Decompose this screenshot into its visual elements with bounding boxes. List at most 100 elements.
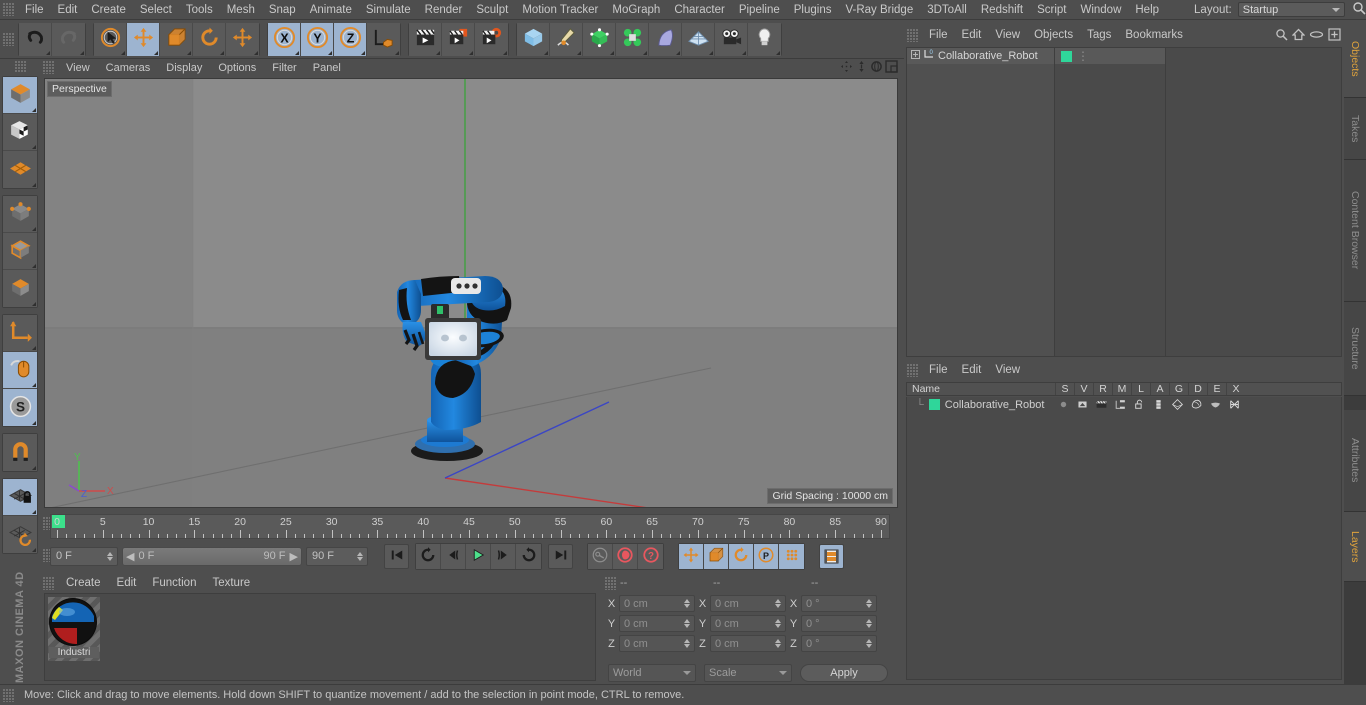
enable-snapping-button[interactable]: S: [3, 389, 37, 426]
rotate-icon[interactable]: [870, 60, 883, 76]
dropdown-corner-icon[interactable]: [295, 50, 299, 55]
toolbar-gripper[interactable]: [3, 32, 14, 46]
next-frame-button[interactable]: [491, 543, 516, 569]
layer-row[interactable]: └ Collaborative_Robot: [906, 397, 1342, 412]
loop-button[interactable]: [516, 543, 541, 569]
range-right-arrow-icon[interactable]: ▶: [290, 550, 298, 563]
lock-x-axis[interactable]: X: [268, 22, 301, 56]
spinner[interactable]: [866, 639, 874, 648]
generators-icon[interactable]: [1168, 398, 1187, 411]
manager-icon[interactable]: [1111, 398, 1130, 411]
magnet-tool-button[interactable]: [3, 434, 37, 471]
layer-list-body[interactable]: [906, 397, 1342, 680]
dropdown-corner-icon[interactable]: [80, 50, 84, 55]
record-parameter-button[interactable]: [779, 543, 804, 569]
vtab-layers[interactable]: Layers: [1344, 512, 1366, 582]
points-mode-button[interactable]: [3, 196, 37, 233]
menu-item-pipeline[interactable]: Pipeline: [732, 0, 787, 20]
render-icon[interactable]: [1092, 398, 1111, 411]
menu-item-plugins[interactable]: Plugins: [787, 0, 839, 20]
object-menu-objects[interactable]: Objects: [1027, 26, 1080, 45]
dropdown-corner-icon[interactable]: [32, 466, 36, 470]
planar-workplane-button[interactable]: [3, 516, 37, 553]
plus-box-icon[interactable]: [1328, 28, 1341, 44]
viewport-menu-panel[interactable]: Panel: [305, 60, 349, 76]
solo-dot-icon[interactable]: [1054, 398, 1073, 411]
add-spline-button[interactable]: [550, 22, 583, 56]
menu-item-motion-tracker[interactable]: Motion Tracker: [515, 0, 605, 20]
layer-col-a[interactable]: A: [1150, 383, 1169, 395]
menu-gripper[interactable]: [3, 3, 14, 16]
vtab-attributes[interactable]: Attributes: [1344, 410, 1366, 512]
record-position-button[interactable]: [679, 543, 704, 569]
menu-item-snap[interactable]: Snap: [262, 0, 303, 20]
add-deformer-button[interactable]: [649, 22, 682, 56]
object-menu-view[interactable]: View: [988, 26, 1027, 45]
layout-select[interactable]: Startup: [1237, 2, 1345, 17]
dropdown-corner-icon[interactable]: [254, 50, 258, 55]
menu-item-create[interactable]: Create: [84, 0, 133, 20]
object-gripper[interactable]: [907, 28, 918, 42]
move-tool-alt[interactable]: [226, 22, 259, 56]
previous-frame-button[interactable]: [441, 543, 466, 569]
magnifier-icon[interactable]: [1275, 28, 1288, 44]
expressions-icon[interactable]: [1206, 398, 1225, 411]
material-list[interactable]: Industri: [44, 593, 596, 681]
object-row[interactable]: 0 Collaborative_Robot: [907, 48, 1054, 64]
menu-item-animate[interactable]: Animate: [303, 0, 359, 20]
edges-mode-button[interactable]: [3, 233, 37, 270]
coordinates-gripper[interactable]: [605, 576, 616, 590]
rotation-x-field[interactable]: 0 °: [801, 595, 877, 612]
play-forwards-button[interactable]: [466, 543, 491, 569]
search-icon[interactable]: [1352, 1, 1366, 18]
viewport-menu-cameras[interactable]: Cameras: [98, 60, 159, 76]
menu-item-character[interactable]: Character: [667, 0, 732, 20]
dropdown-corner-icon[interactable]: [32, 145, 36, 149]
material-menu-edit[interactable]: Edit: [109, 575, 145, 592]
material-menu-texture[interactable]: Texture: [204, 575, 258, 592]
add-array-button[interactable]: [616, 22, 649, 56]
layer-col-s[interactable]: S: [1055, 383, 1074, 395]
menu-item-help[interactable]: Help: [1128, 0, 1166, 20]
left-toolbar-gripper[interactable]: [14, 61, 26, 72]
polygons-mode-button[interactable]: [3, 270, 37, 307]
move-tool[interactable]: [127, 22, 160, 56]
object-tree-body[interactable]: 0 Collaborative_Robot ⋮: [906, 47, 1342, 357]
dropdown-corner-icon[interactable]: [32, 548, 36, 552]
end-frame-field[interactable]: 90 F: [306, 546, 368, 566]
texture-mode-button[interactable]: [3, 114, 37, 151]
object-menu-edit[interactable]: Edit: [955, 26, 989, 45]
deformer-mode-button[interactable]: [3, 151, 37, 188]
apply-button[interactable]: Apply: [800, 664, 888, 682]
spinner[interactable]: [866, 619, 874, 628]
world-object-coordinates[interactable]: [367, 22, 400, 56]
viewport-menu-display[interactable]: Display: [158, 60, 210, 76]
menu-item-select[interactable]: Select: [133, 0, 179, 20]
layer-gripper[interactable]: [907, 363, 918, 377]
dropdown-corner-icon[interactable]: [154, 50, 158, 55]
status-gripper[interactable]: [3, 688, 14, 702]
material-gripper[interactable]: [43, 576, 54, 590]
pan-icon[interactable]: [840, 60, 853, 76]
redo-button[interactable]: [52, 22, 85, 56]
layer-col-x[interactable]: X: [1226, 383, 1245, 395]
object-menu-tags[interactable]: Tags: [1080, 26, 1118, 45]
menu-item-tools[interactable]: Tools: [179, 0, 220, 20]
dropdown-corner-icon[interactable]: [187, 50, 191, 55]
current-frame-spinner[interactable]: [107, 551, 115, 561]
live-selection-tool[interactable]: [94, 22, 127, 56]
layer-col-r[interactable]: R: [1093, 383, 1112, 395]
dropdown-corner-icon[interactable]: [32, 264, 36, 268]
spinner[interactable]: [775, 619, 783, 628]
size-y-field[interactable]: 0 cm: [710, 615, 786, 632]
material-menu-create[interactable]: Create: [58, 575, 109, 592]
menu-item-edit[interactable]: Edit: [51, 0, 85, 20]
viewport-solo-button[interactable]: [3, 352, 37, 389]
maximize-icon[interactable]: [885, 60, 898, 76]
viewport-menu-view[interactable]: View: [58, 60, 98, 76]
size-z-field[interactable]: 0 cm: [710, 635, 786, 652]
dropdown-corner-icon[interactable]: [643, 50, 647, 55]
spinner[interactable]: [775, 639, 783, 648]
menu-item-3dtoall[interactable]: 3DToAll: [920, 0, 974, 20]
rotate-tool[interactable]: [193, 22, 226, 56]
